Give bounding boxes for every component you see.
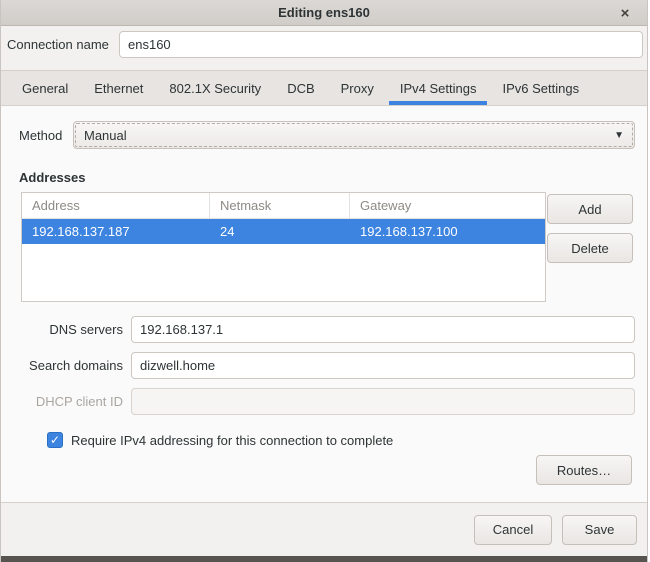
connection-name-input[interactable] <box>119 30 643 58</box>
dns-servers-label: DNS servers <box>49 322 123 337</box>
column-header-gateway[interactable]: Gateway <box>350 193 545 218</box>
connection-name-row: Connection name <box>1 26 647 62</box>
method-label: Method <box>19 127 63 143</box>
search-domains-input[interactable] <box>131 352 635 379</box>
dns-servers-input[interactable] <box>131 316 635 343</box>
chevron-down-icon: ▼ <box>614 129 624 141</box>
editing-connection-dialog: Editing ens160 × Connection name General… <box>0 0 648 562</box>
search-domains-label: Search domains <box>29 358 123 373</box>
settings-tab-bar: General Ethernet 802.1X Security DCB Pro… <box>1 70 647 106</box>
tab-ipv4-settings[interactable]: IPv4 Settings <box>387 71 490 105</box>
require-ipv4-label: Require IPv4 addressing for this connect… <box>71 432 394 448</box>
addresses-table[interactable]: Address Netmask Gateway 192.168.137.187 … <box>21 192 546 302</box>
routes-row: Routes… <box>13 455 635 485</box>
routes-button[interactable]: Routes… <box>536 455 632 485</box>
search-domains-row: Search domains <box>13 352 635 379</box>
addresses-table-header: Address Netmask Gateway <box>22 193 545 219</box>
column-header-address[interactable]: Address <box>22 193 210 218</box>
dhcp-client-id-input <box>131 388 635 415</box>
column-header-netmask[interactable]: Netmask <box>210 193 350 218</box>
method-row: Method Manual ▼ <box>13 120 635 150</box>
cell-netmask: 24 <box>220 224 235 239</box>
tab-ethernet[interactable]: Ethernet <box>81 71 156 105</box>
table-row[interactable]: 192.168.137.187 24 192.168.137.100 <box>22 219 545 244</box>
window-bottom-edge <box>1 556 647 562</box>
addresses-section: Address Netmask Gateway 192.168.137.187 … <box>13 192 635 302</box>
tab-proxy[interactable]: Proxy <box>328 71 387 105</box>
tab-dcb[interactable]: DCB <box>274 71 327 105</box>
window-title: Editing ens160 <box>278 5 370 20</box>
require-ipv4-row: ✓ Require IPv4 addressing for this conne… <box>13 432 635 448</box>
dhcp-client-id-label: DHCP client ID <box>35 394 123 409</box>
cancel-button[interactable]: Cancel <box>474 514 552 545</box>
tab-ipv6-settings[interactable]: IPv6 Settings <box>489 71 592 105</box>
save-button[interactable]: Save <box>562 514 637 545</box>
connection-name-label: Connection name <box>7 36 109 52</box>
addresses-section-label: Addresses <box>19 170 86 185</box>
method-dropdown[interactable]: Manual ▼ <box>73 121 635 149</box>
dns-servers-row: DNS servers <box>13 316 635 343</box>
ipv4-settings-panel: Method Manual ▼ Addresses Address Netmas… <box>1 106 647 503</box>
require-ipv4-checkbox[interactable]: ✓ <box>47 432 63 448</box>
close-icon[interactable]: × <box>615 3 635 23</box>
cell-address: 192.168.137.187 <box>32 224 130 239</box>
add-button[interactable]: Add <box>547 194 633 224</box>
method-selected-value: Manual <box>84 127 127 143</box>
tab-8021x-security[interactable]: 802.1X Security <box>156 71 274 105</box>
titlebar: Editing ens160 × <box>1 0 647 26</box>
tab-general[interactable]: General <box>9 71 81 105</box>
dialog-action-area: Cancel Save <box>1 503 647 556</box>
dhcp-client-id-row: DHCP client ID <box>13 388 635 415</box>
delete-button[interactable]: Delete <box>547 233 633 263</box>
cell-gateway: 192.168.137.100 <box>360 224 458 239</box>
address-buttons: Add Delete <box>546 192 635 263</box>
